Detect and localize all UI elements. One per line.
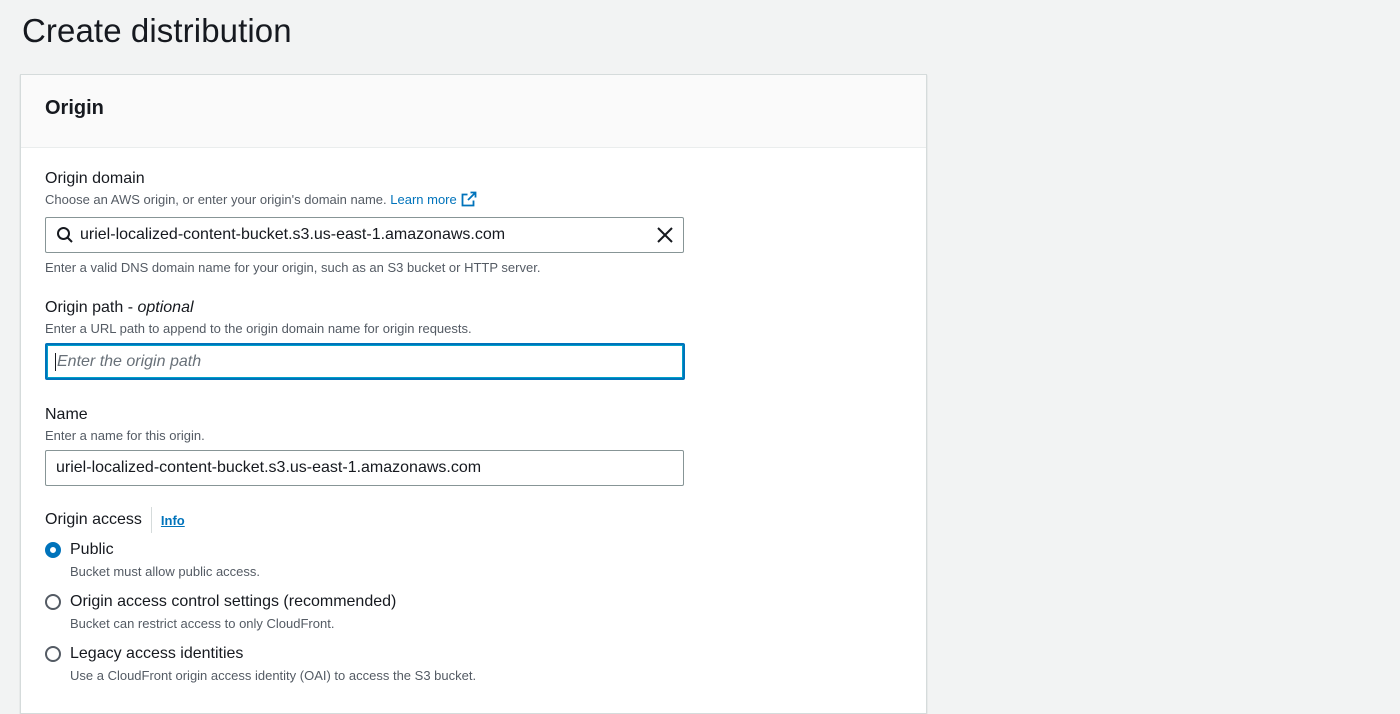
text-cursor (55, 352, 56, 371)
origin-domain-description-text: Choose an AWS origin, or enter your orig… (45, 192, 387, 207)
origin-access-header: Origin access Info (45, 507, 185, 533)
origin-domain-label: Origin domain (45, 170, 145, 187)
radio-option-label: Origin access control settings (recommen… (70, 593, 397, 610)
clear-icon[interactable] (655, 225, 675, 245)
origin-panel-header: Origin (21, 75, 926, 148)
origin-domain-input[interactable]: uriel-localized-content-bucket.s3.us-eas… (45, 217, 684, 253)
origin-path-input[interactable]: Enter the origin path (45, 343, 685, 380)
origin-domain-field: Origin domain Choose an AWS origin, or e… (45, 169, 684, 277)
origin-path-optional: optional (137, 299, 194, 316)
radio-button[interactable] (45, 646, 61, 662)
origin-path-label: Origin path - optional (45, 298, 685, 318)
origin-path-field: Origin path - optional Enter a URL path … (45, 298, 685, 380)
search-icon (56, 226, 74, 244)
name-description: Enter a name for this origin. (45, 428, 205, 443)
origin-access-label: Origin access (45, 511, 142, 528)
external-link-icon (461, 191, 477, 212)
learn-more-link[interactable]: Learn more (390, 191, 477, 207)
name-value: uriel-localized-content-bucket.s3.us-eas… (56, 459, 482, 476)
divider (150, 507, 152, 533)
radio-option-legacy[interactable]: Legacy access identities Use a CloudFron… (45, 644, 476, 685)
origin-path-placeholder: Enter the origin path (57, 352, 202, 370)
origin-path-label-text: Origin path - (45, 299, 138, 316)
radio-option-text: Origin access control settings (recommen… (70, 592, 396, 633)
radio-option-label: Legacy access identities (70, 645, 244, 662)
origin-panel: Origin Origin domain Choose an AWS origi… (20, 74, 927, 714)
radio-button[interactable] (45, 594, 61, 610)
origin-panel-title: Origin (45, 97, 104, 119)
radio-option-description: Use a CloudFront origin access identity … (70, 668, 477, 683)
origin-domain-hint: Enter a valid DNS domain name for your o… (45, 260, 541, 275)
name-label: Name (45, 406, 88, 423)
radio-option-text: Legacy access identities Use a CloudFron… (70, 644, 476, 685)
name-field: Name Enter a name for this origin. uriel… (45, 405, 684, 486)
origin-access-field: Origin access Info (45, 507, 185, 533)
radio-button-checked[interactable] (45, 542, 61, 558)
learn-more-label: Learn more (390, 192, 457, 207)
radio-option-description: Bucket can restrict access to only Cloud… (70, 616, 335, 631)
name-input[interactable]: uriel-localized-content-bucket.s3.us-eas… (45, 450, 684, 486)
radio-option-oac[interactable]: Origin access control settings (recommen… (45, 592, 396, 633)
origin-path-description: Enter a URL path to append to the origin… (45, 321, 472, 336)
radio-option-text: Public Bucket must allow public access. (70, 540, 260, 581)
origin-domain-value: uriel-localized-content-bucket.s3.us-eas… (80, 226, 506, 243)
page-title: Create distribution (22, 12, 292, 49)
radio-option-description: Bucket must allow public access. (70, 564, 261, 579)
radio-option-label: Public (70, 541, 114, 558)
radio-option-public[interactable]: Public Bucket must allow public access. (45, 540, 260, 581)
info-link[interactable]: Info (161, 513, 185, 528)
origin-domain-description: Choose an AWS origin, or enter your orig… (45, 191, 684, 212)
